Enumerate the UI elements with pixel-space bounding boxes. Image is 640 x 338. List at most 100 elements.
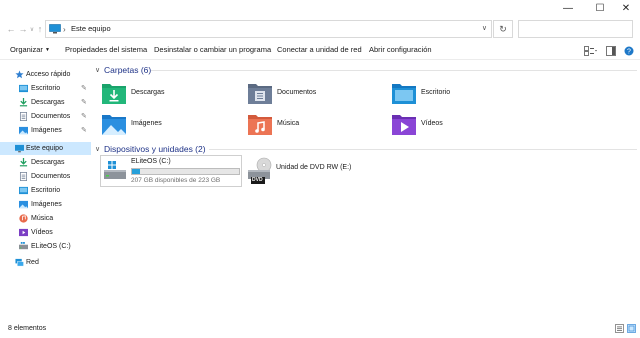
sidebar-item-label: Descargas [31, 159, 65, 166]
downloads-icon [19, 98, 28, 107]
preview-pane-icon[interactable] [606, 45, 616, 56]
caret-down-icon: ▼ [44, 47, 50, 53]
chevron-down-icon[interactable]: ∨ [482, 21, 487, 37]
refresh-icon: ↻ [499, 23, 507, 34]
item-count: 8 elementos [8, 325, 47, 332]
maximize-icon: ☐ [595, 3, 605, 14]
sidebar-item-label: Documentos [31, 173, 71, 180]
network-icon [15, 258, 24, 267]
address-row: ← → ∨ ↑ › Este equipo ∨ ↻ [0, 17, 640, 41]
sidebar-item-label: ELiteOS (C:) [31, 243, 71, 250]
sidebar-item-descargas[interactable]: Descargas ✎ [0, 96, 91, 109]
sidebar-item-pc-descargas[interactable]: Descargas [0, 156, 91, 169]
search-input[interactable] [518, 20, 633, 38]
close-icon: ✕ [621, 3, 631, 14]
documents-folder-icon [248, 84, 272, 104]
music-folder-icon [248, 115, 272, 135]
computer-icon [15, 144, 24, 153]
sidebar-item-quick-access[interactable]: Acceso rápido [0, 68, 91, 81]
sidebar-item-imagenes[interactable]: Imágenes ✎ [0, 124, 91, 137]
folder-tile-escritorio[interactable]: Escritorio [391, 80, 531, 108]
folder-label: Documentos [277, 89, 317, 96]
system-properties-button[interactable]: Propiedades del sistema [65, 41, 147, 59]
close-button[interactable]: ✕ [612, 0, 640, 17]
folder-tile-descargas[interactable]: Descargas [101, 80, 241, 108]
title-bar: — ☐ ✕ [0, 0, 640, 17]
address-bar[interactable]: › Este equipo ∨ [45, 20, 492, 38]
organize-label: Organizar [10, 45, 43, 54]
folder-label: Descargas [131, 89, 165, 96]
folder-tile-musica[interactable]: Música [247, 111, 387, 139]
group-title: Dispositivos y unidades (2) [104, 144, 206, 154]
folder-label: Vídeos [421, 120, 443, 127]
sidebar-item-pc-escritorio[interactable]: Escritorio [0, 184, 91, 197]
drive-name: ELiteOS (C:) [131, 158, 171, 165]
breadcrumb[interactable]: Este equipo [71, 21, 111, 37]
pin-icon: ✎ [81, 85, 87, 92]
refresh-button[interactable]: ↻ [493, 20, 513, 38]
help-icon[interactable]: ? [624, 46, 634, 56]
uninstall-program-button[interactable]: Desinstalar o cambiar un programa [154, 41, 271, 59]
downloads-icon [19, 158, 28, 167]
drive-name: Unidad de DVD RW (E:) [276, 164, 352, 171]
pictures-folder-icon [102, 115, 126, 135]
file-explorer-window: — ☐ ✕ ← → ∨ ↑ › Este equipo ∨ ↻ Organiza… [0, 0, 640, 338]
chevron-down-icon[interactable]: ∨ [95, 145, 100, 153]
folder-tile-imagenes[interactable]: Imágenes [101, 111, 241, 139]
map-network-drive-button[interactable]: Conectar a unidad de red [277, 41, 362, 59]
navigation-pane: Acceso rápido Escritorio ✎ Descargas ✎ D… [0, 61, 91, 319]
star-icon [15, 70, 24, 79]
sidebar-item-pc-musica[interactable]: Música [0, 212, 91, 225]
large-icons-view-icon[interactable] [627, 324, 636, 333]
folder-tile-documentos[interactable]: Documentos [247, 80, 387, 108]
pin-icon: ✎ [81, 127, 87, 134]
sidebar-item-network[interactable]: Red [0, 256, 91, 269]
details-view-icon[interactable] [615, 324, 624, 333]
downloads-folder-icon [102, 84, 126, 104]
devices-group-header[interactable]: ∨ Dispositivos y unidades (2) [91, 142, 640, 156]
drive-tile-c[interactable]: ELiteOS (C:) 207 GB disponibles de 223 G… [100, 155, 242, 187]
sidebar-item-escritorio[interactable]: Escritorio ✎ [0, 82, 91, 95]
sidebar-item-label: Vídeos [31, 229, 53, 236]
folders-group-header[interactable]: ∨ Carpetas (6) [91, 63, 640, 77]
pin-icon: ✎ [81, 99, 87, 106]
organize-button[interactable]: Organizar ▼ [10, 41, 50, 59]
folder-label: Escritorio [421, 89, 451, 96]
pictures-icon [19, 200, 28, 209]
pin-icon: ✎ [81, 113, 87, 120]
drive-usage-fill [132, 169, 140, 174]
sidebar-item-this-pc[interactable]: Este equipo [0, 142, 91, 155]
maximize-button[interactable]: ☐ [586, 0, 614, 17]
folder-tile-videos[interactable]: Vídeos [391, 111, 531, 139]
drive-icon [104, 161, 126, 179]
minimize-icon: — [563, 3, 573, 14]
folder-label: Imágenes [131, 120, 162, 127]
group-divider [209, 149, 637, 150]
change-view-icon[interactable] [584, 45, 598, 56]
computer-icon [49, 24, 61, 34]
chevron-down-icon[interactable]: ∨ [95, 66, 100, 74]
status-bar: 8 elementos [0, 319, 640, 338]
sidebar-item-label: Descargas [31, 99, 65, 106]
svg-text:?: ? [627, 48, 631, 55]
sidebar-item-label: Escritorio [31, 187, 61, 194]
open-settings-button[interactable]: Abrir configuración [369, 41, 432, 59]
documents-icon [19, 172, 28, 181]
music-icon [19, 214, 28, 223]
sidebar-item-pc-videos[interactable]: Vídeos [0, 226, 91, 239]
drive-icon [19, 242, 28, 250]
minimize-button[interactable]: — [554, 0, 582, 17]
content-pane: ∨ Carpetas (6) Descargas Documentos Escr… [91, 61, 640, 319]
folder-label: Música [277, 120, 300, 127]
sidebar-item-label: Escritorio [31, 85, 61, 92]
drive-tile-dvd[interactable]: DVD Unidad de DVD RW (E:) [246, 156, 396, 186]
sidebar-item-label: Este equipo [26, 145, 63, 152]
sidebar-item-label: Red [26, 259, 39, 266]
sidebar-item-documentos[interactable]: Documentos ✎ [0, 110, 91, 123]
sidebar-item-pc-drive-c[interactable]: ELiteOS (C:) [0, 240, 91, 253]
sidebar-item-pc-imagenes[interactable]: Imágenes [0, 198, 91, 211]
sidebar-item-pc-documentos[interactable]: Documentos [0, 170, 91, 183]
dvd-badge: DVD [252, 177, 263, 183]
up-arrow-icon: ↑ [37, 24, 43, 34]
sidebar-item-label: Acceso rápido [26, 71, 71, 78]
